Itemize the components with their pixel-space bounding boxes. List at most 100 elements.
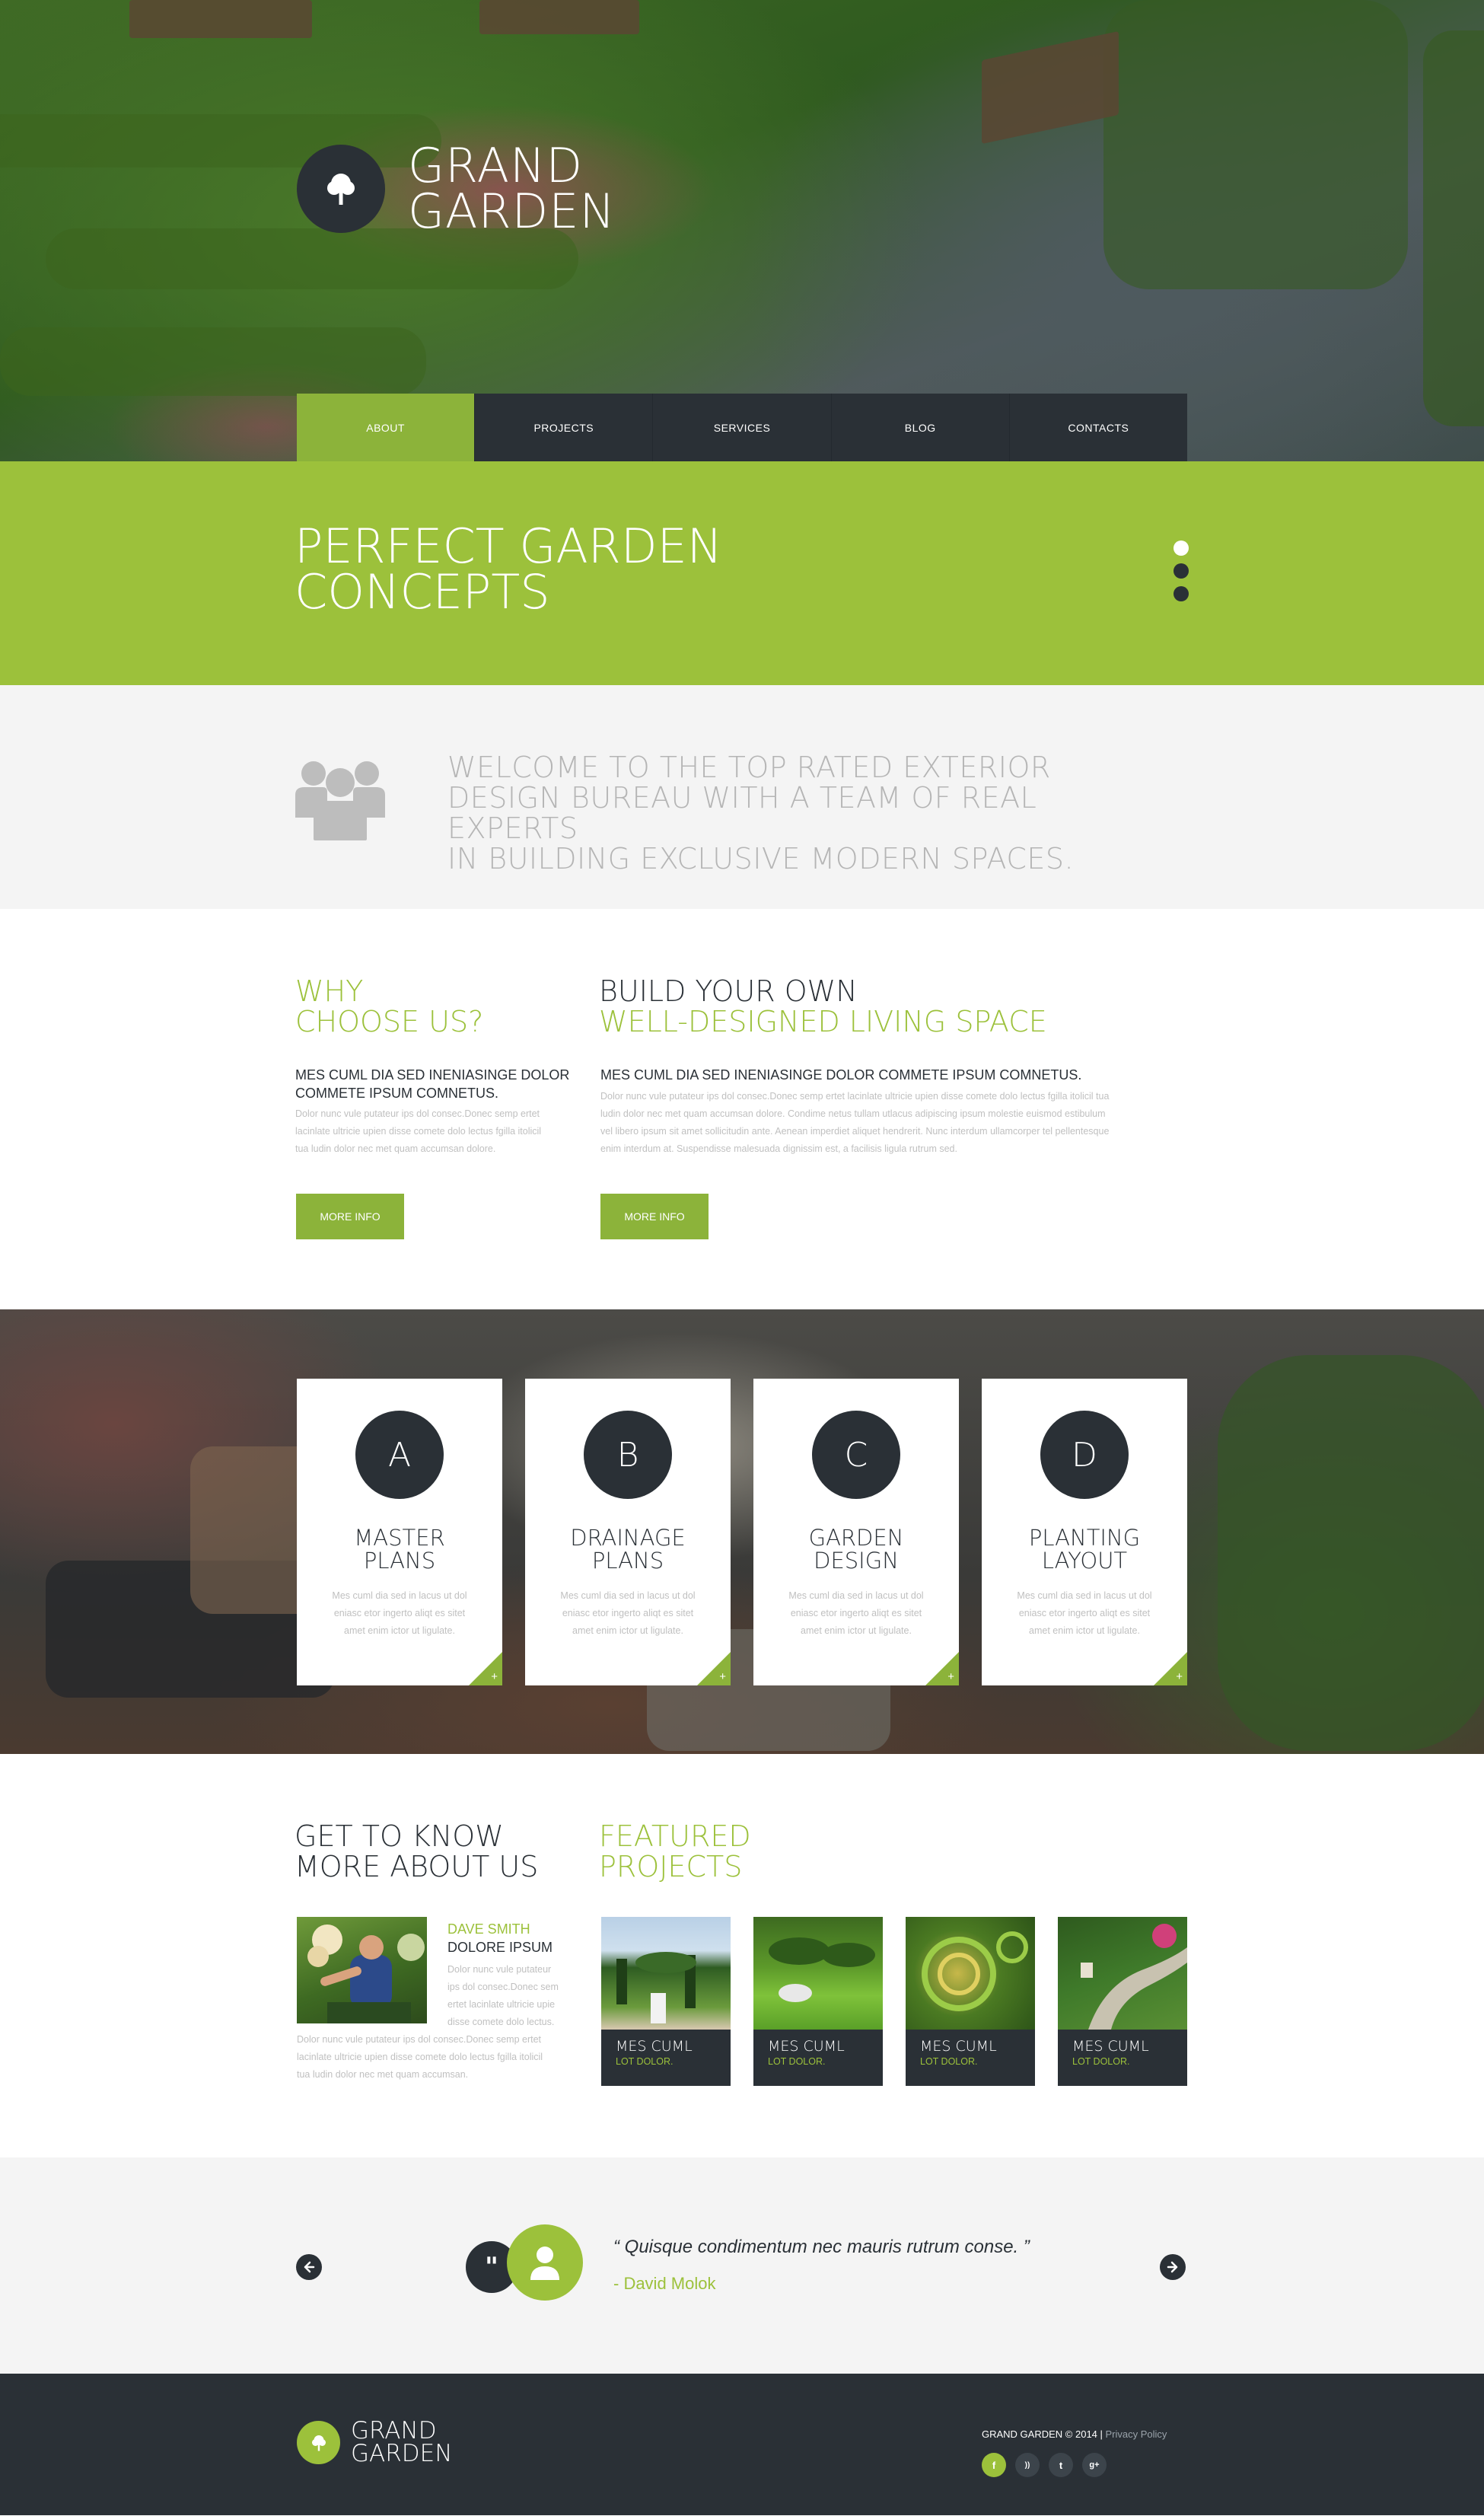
project-card[interactable]: MES CUML LOT DOLOR.	[1058, 1917, 1187, 2086]
banner-title: PERFECT GARDEN CONCEPTS	[295, 518, 723, 620]
slider-dot-2[interactable]	[1174, 563, 1189, 579]
why-title-line-1: WHY	[295, 974, 364, 1008]
nav-item-about[interactable]: ABOUT	[297, 394, 475, 461]
welcome-section: WELCOME TO THE TOP RATED EXTERIOR DESIGN…	[0, 685, 1484, 909]
user-avatar-icon	[507, 2224, 583, 2301]
services-section: A MASTER PLANS Mes cuml dia sed in lacus…	[0, 1309, 1484, 1754]
privacy-policy-link[interactable]: Privacy Policy	[1106, 2428, 1167, 2440]
plus-icon[interactable]: +	[491, 1671, 498, 1682]
project-card[interactable]: MES CUML LOT DOLOR.	[906, 1917, 1035, 2086]
copyright-text: GRAND GARDEN © 2014 |	[982, 2428, 1103, 2440]
about-title-line-1: GET TO KNOW	[295, 1819, 504, 1853]
why-body-line-3: tua ludin dolor nec met quam accumsan do…	[295, 1143, 496, 1154]
nav-item-services[interactable]: SERVICES	[652, 394, 830, 461]
google-plus-icon[interactable]: g+	[1082, 2453, 1107, 2477]
why-body-line-2: lacinlate ultricie upien disse comete do…	[295, 1126, 542, 1137]
service-card-master-plans[interactable]: A MASTER PLANS Mes cuml dia sed in lacus…	[297, 1379, 502, 1685]
service-text-line-3: amet enim ictor ut ligulate.	[344, 1625, 455, 1636]
project-image	[601, 1917, 731, 2030]
nav-item-projects[interactable]: PROJECTS	[474, 394, 652, 461]
arrow-left-icon[interactable]	[296, 2254, 322, 2280]
project-subtitle: LOT DOLOR.	[616, 2056, 674, 2067]
why-title-line-2: CHOOSE US?	[295, 1005, 484, 1038]
testimonial-author: - David Molok	[613, 2274, 716, 2293]
service-text-line-2: eniasc etor ingerto aliqt es sitet	[333, 1608, 466, 1618]
banner-title-line-2: CONCEPTS	[295, 564, 550, 620]
build-more-info-button[interactable]: MORE INFO	[600, 1194, 709, 1239]
side-text-line-1: Dolor nunc vule putateur	[447, 1964, 552, 1975]
footer-logo-text[interactable]: GRAND GARDEN	[351, 2417, 453, 2467]
why-title: WHY CHOOSE US?	[295, 976, 483, 1037]
service-text: Mes cuml dia sed in lacus ut dol eniasc …	[776, 1587, 936, 1640]
intro-section: WHY CHOOSE US? MES CUML DIA SED INENIASI…	[0, 909, 1484, 1309]
slider-dot-1[interactable]	[1174, 541, 1189, 556]
featured-title-line-1: FEATURED	[599, 1819, 751, 1853]
footer-logo-line-1: GRAND	[351, 2417, 437, 2444]
service-text-line-2: eniasc etor ingerto aliqt es sitet	[790, 1608, 922, 1618]
welcome-line-1: WELCOME TO THE TOP RATED EXTERIOR	[447, 751, 1051, 784]
hero-hedge	[1423, 30, 1484, 426]
why-lead-line-2: COMMETE IPSUM COMNETUS.	[295, 1086, 499, 1101]
footer-logo-line-2: GARDEN	[351, 2440, 453, 2467]
facebook-icon[interactable]: f	[982, 2453, 1006, 2477]
service-title-line-2: PLANS	[591, 1548, 664, 1574]
about-title: GET TO KNOW MORE ABOUT US	[295, 1821, 538, 1882]
service-text-line-2: eniasc etor ingerto aliqt es sitet	[1018, 1608, 1151, 1618]
site-footer: GRAND GARDEN GRAND GARDEN © 2014 | Priva…	[0, 2374, 1484, 2515]
team-member-photo[interactable]	[297, 1917, 427, 2023]
project-title: MES CUML	[616, 2038, 693, 2055]
why-more-info-button[interactable]: MORE INFO	[296, 1194, 404, 1239]
welcome-line-2: DESIGN BUREAU WITH A TEAM OF REAL EXPERT…	[447, 781, 1037, 845]
build-title-line-2: WELL-DESIGNED LIVING SPACE	[599, 1005, 1047, 1038]
hero-bench	[982, 30, 1119, 145]
service-title: DRAINAGE PLANS	[525, 1526, 731, 1572]
twitter-icon[interactable]: t	[1049, 2453, 1073, 2477]
service-text: Mes cuml dia sed in lacus ut dol eniasc …	[548, 1587, 708, 1640]
build-body: Dolor nunc vule putateur ips dol consec.…	[600, 1088, 1194, 1158]
project-title: MES CUML	[920, 2038, 997, 2055]
project-card[interactable]: MES CUML LOT DOLOR.	[601, 1917, 731, 2086]
featured-title-line-2: PROJECTS	[599, 1850, 743, 1883]
main-nav: ABOUT PROJECTS SERVICES BLOG CONTACTS	[297, 394, 1187, 461]
service-title-line-2: PLANS	[363, 1548, 436, 1574]
rss-icon[interactable]: ))	[1015, 2453, 1040, 2477]
service-card-drainage-plans[interactable]: B DRAINAGE PLANS Mes cuml dia sed in lac…	[525, 1379, 731, 1685]
service-title-line-2: DESIGN	[814, 1548, 899, 1574]
hero-hedge	[0, 327, 426, 396]
copyright: GRAND GARDEN © 2014 | Privacy Policy	[982, 2427, 1187, 2442]
side-text-line-2: ips dol consec.Donec sem	[447, 1982, 559, 1992]
about-title-line-2: MORE ABOUT US	[295, 1850, 539, 1883]
project-image	[1058, 1917, 1187, 2030]
side-text-line-4: disse comete dolo lectus.	[447, 2017, 555, 2027]
service-text-line-1: Mes cuml dia sed in lacus ut dol	[1017, 1590, 1152, 1601]
tree-icon[interactable]	[297, 2421, 340, 2464]
service-text-line-1: Mes cuml dia sed in lacus ut dol	[788, 1590, 924, 1601]
project-card[interactable]: MES CUML LOT DOLOR.	[753, 1917, 883, 2086]
service-title-line-1: MASTER	[354, 1525, 445, 1551]
about-body-line-2: lacinlate ultricie upien disse comete do…	[297, 2052, 543, 2062]
team-member-role: DOLORE IPSUM	[447, 1940, 553, 1955]
team-member-side-text: Dolor nunc vule putateur ips dol consec.…	[447, 1961, 584, 2031]
plus-icon[interactable]: +	[947, 1671, 954, 1682]
service-card-garden-design[interactable]: C GARDEN DESIGN Mes cuml dia sed in lacu…	[753, 1379, 959, 1685]
service-card-planting-layout[interactable]: D PLANTING LAYOUT Mes cuml dia sed in la…	[982, 1379, 1187, 1685]
service-letter-badge: C	[812, 1411, 900, 1499]
arrow-right-icon[interactable]	[1160, 2254, 1186, 2280]
plus-icon[interactable]: +	[719, 1671, 726, 1682]
site-logo[interactable]: GRAND GARDEN	[297, 138, 616, 235]
service-title-line-1: DRAINAGE	[570, 1525, 686, 1551]
service-text: Mes cuml dia sed in lacus ut dol eniasc …	[320, 1587, 479, 1640]
slider-dot-3[interactable]	[1174, 586, 1189, 601]
tree-icon	[297, 145, 385, 233]
service-letter-badge: D	[1040, 1411, 1129, 1499]
banner-title-line-1: PERFECT GARDEN	[295, 518, 723, 574]
team-member-name[interactable]: DAVE SMITH	[447, 1920, 530, 1938]
nav-item-contacts[interactable]: CONTACTS	[1008, 394, 1187, 461]
why-lead-line-1: MES CUML DIA SED INENIASINGE DOLOR	[295, 1067, 570, 1083]
service-text-line-1: Mes cuml dia sed in lacus ut dol	[332, 1590, 467, 1601]
nav-item-blog[interactable]: BLOG	[830, 394, 1009, 461]
logo-line-1: GRAND	[408, 138, 584, 193]
service-title-line-2: LAYOUT	[1041, 1548, 1128, 1574]
plus-icon[interactable]: +	[1176, 1671, 1183, 1682]
service-title: PLANTING LAYOUT	[982, 1526, 1187, 1572]
